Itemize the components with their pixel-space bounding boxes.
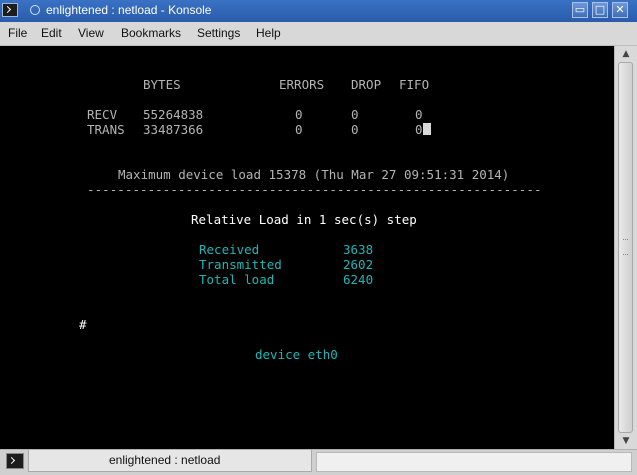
tab-netload[interactable]: enlightened : netload	[28, 450, 312, 472]
window-title: enlightened : netload - Konsole	[46, 3, 212, 17]
device-label: device eth0	[255, 347, 338, 362]
scrollbar-thumb[interactable]	[618, 62, 633, 433]
maximize-button[interactable]: □	[592, 2, 608, 18]
trans-errors: 0	[295, 122, 303, 137]
relative-load-title: Relative Load in 1 sec(s) step	[191, 212, 417, 227]
menu-help[interactable]: Help	[256, 26, 281, 40]
trans-fifo: 0	[415, 122, 423, 137]
konsole-window: enlightened : netload - Konsole ▭ □ ✕ Fi…	[0, 0, 637, 475]
menu-view[interactable]: View	[78, 26, 104, 40]
stat-value-transmitted: 2602	[343, 257, 374, 272]
stat-value-received: 3638	[343, 242, 374, 257]
new-tab-terminal-icon[interactable]	[6, 453, 24, 469]
stat-label-transmitted: Transmitted	[199, 257, 282, 272]
grip-icon	[623, 239, 628, 255]
graph-marker: #	[79, 317, 87, 332]
text-cursor	[422, 123, 431, 135]
trans-bytes: 33487366	[143, 122, 204, 137]
trans-fifo-wrap: 0	[415, 122, 431, 137]
tab-bar: enlightened : netload	[0, 449, 637, 475]
row-label-trans: TRANS	[87, 122, 125, 137]
col-header-drop: DROP	[351, 77, 382, 92]
col-header-fifo: FIFO	[399, 77, 430, 92]
stat-label-received: Received	[199, 242, 260, 257]
col-header-bytes: BYTES	[143, 77, 181, 92]
menu-file[interactable]: File	[8, 26, 27, 40]
separator-line: ----------------------------------------…	[87, 182, 542, 197]
scroll-up-arrow-icon[interactable]: ▲	[618, 47, 634, 61]
menu-edit[interactable]: Edit	[41, 26, 62, 40]
minimize-button[interactable]: ▭	[572, 2, 588, 18]
recv-errors: 0	[295, 107, 303, 122]
menu-bar: File Edit View Bookmarks Settings Help	[0, 22, 637, 46]
tab-label: enlightened : netload	[109, 453, 221, 467]
vertical-scrollbar[interactable]: ▲ ▼	[614, 46, 637, 449]
terminal-area[interactable]: BYTES ERRORS DROP FIFO RECV 55264838 0 0…	[0, 46, 614, 449]
max-device-load: Maximum device load 15378 (Thu Mar 27 09…	[118, 167, 510, 182]
recv-bytes: 55264838	[143, 107, 204, 122]
tab-bar-empty-area	[316, 452, 632, 472]
trans-drop: 0	[351, 122, 359, 137]
sticky-pin-icon[interactable]	[30, 5, 40, 15]
scroll-down-arrow-icon[interactable]: ▼	[618, 434, 634, 448]
row-label-recv: RECV	[87, 107, 118, 122]
title-bar[interactable]: enlightened : netload - Konsole ▭ □ ✕	[0, 0, 637, 22]
recv-fifo: 0	[415, 107, 423, 122]
menu-bookmarks[interactable]: Bookmarks	[121, 26, 181, 40]
recv-drop: 0	[351, 107, 359, 122]
col-header-errors: ERRORS	[279, 77, 325, 92]
stat-value-total: 6240	[343, 272, 374, 287]
close-button[interactable]: ✕	[612, 2, 628, 18]
menu-settings[interactable]: Settings	[197, 26, 240, 40]
stat-label-total: Total load	[199, 272, 275, 287]
terminal-icon[interactable]	[2, 3, 18, 17]
